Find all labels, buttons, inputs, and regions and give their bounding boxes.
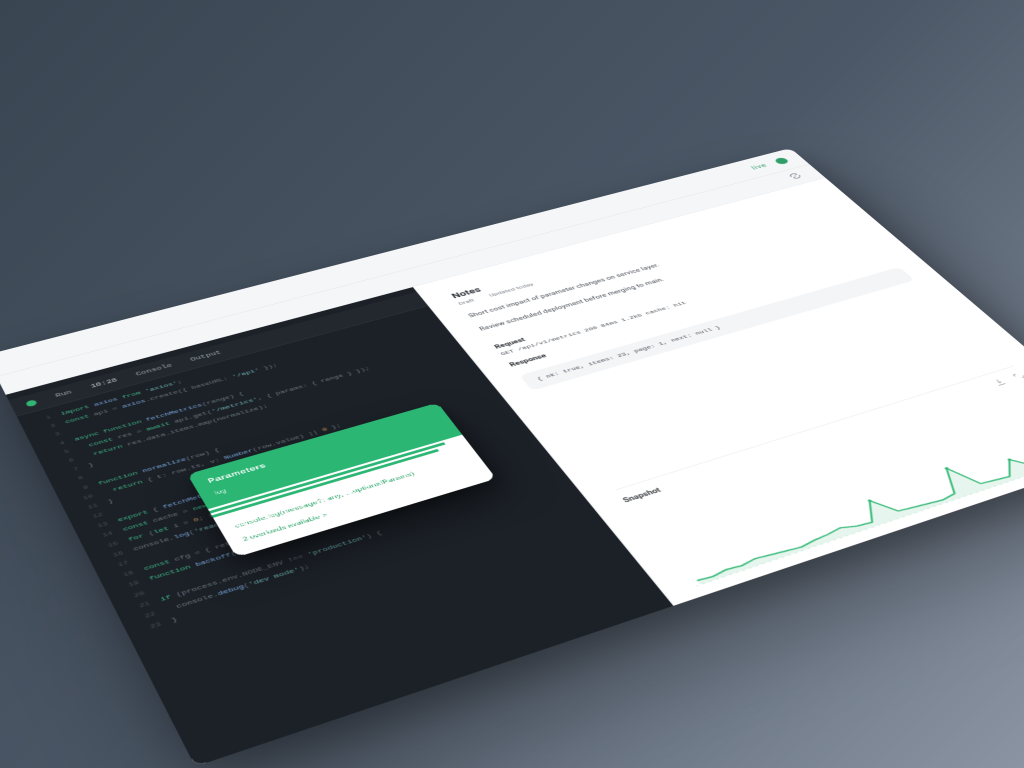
autocomplete-bar [207, 433, 463, 510]
autocomplete-bar [212, 449, 439, 518]
autocomplete-more[interactable]: 2 overloads available > [240, 466, 477, 544]
refresh-icon[interactable] [786, 171, 805, 181]
status-label: live [749, 162, 769, 171]
chart-header: Snapshot [615, 366, 1024, 506]
autocomplete-popup[interactable]: Parameters log console.log(message?: any… [187, 403, 496, 557]
download-icon[interactable] [991, 377, 1010, 388]
panel-meta-left: Draft [457, 298, 476, 306]
autocomplete-hint: console.log(message?: any, ...optionalPa… [232, 454, 467, 531]
autocomplete-title: Parameters [205, 412, 437, 488]
editor-tab-run[interactable]: Run [53, 388, 74, 401]
brand-dot-icon [25, 399, 38, 407]
clock-label: 10:28 [89, 376, 120, 392]
autocomplete-subtitle: log [212, 423, 444, 497]
app-window: live Run 10:28 Console Output import axi… [0, 148, 1024, 767]
autocomplete-header: Parameters log [187, 403, 460, 507]
autocomplete-bar [209, 442, 446, 513]
status-dot-icon [773, 157, 790, 165]
chart-title: Snapshot [622, 487, 663, 504]
